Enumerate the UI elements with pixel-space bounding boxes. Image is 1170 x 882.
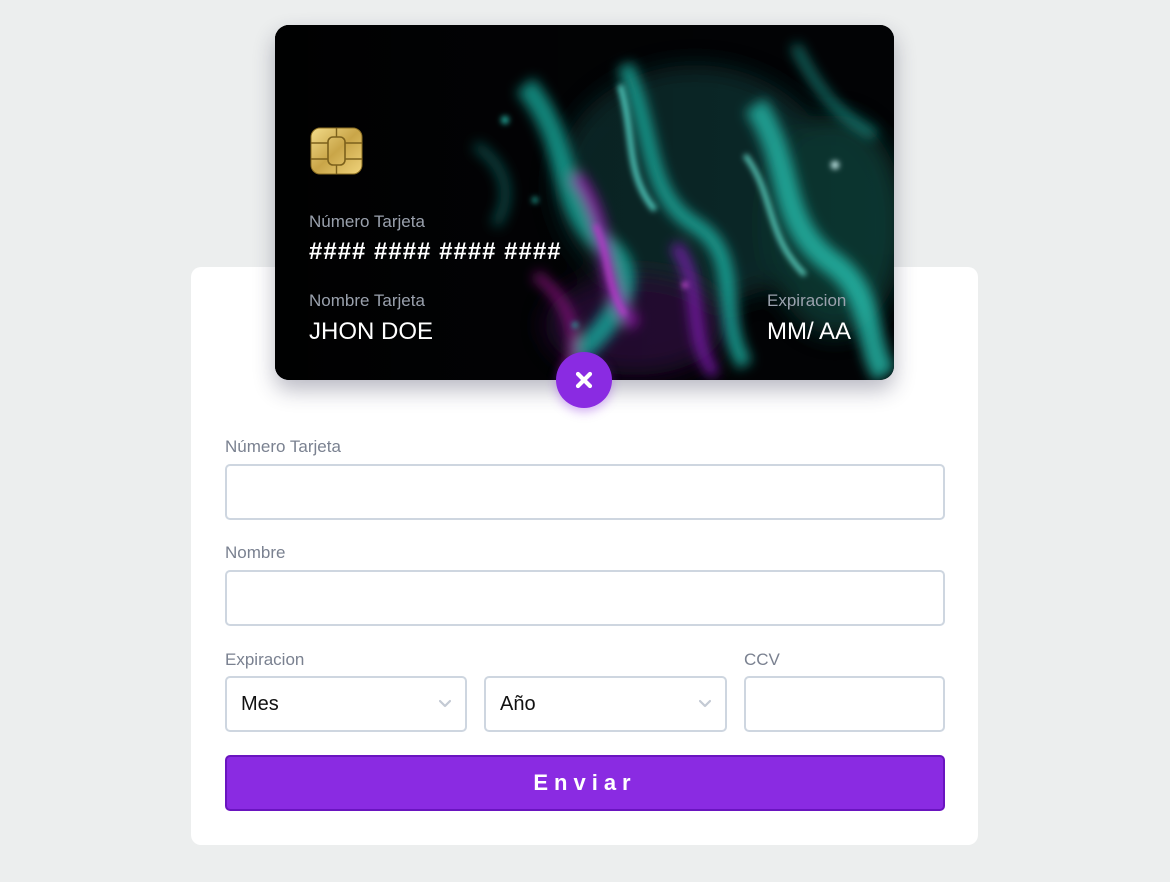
ccv-input[interactable] bbox=[744, 676, 945, 732]
chevron-down-icon bbox=[439, 699, 451, 708]
month-select-value: Mes bbox=[241, 692, 279, 715]
card-holder-label: Nombre Tarjeta bbox=[309, 291, 425, 310]
chevron-down-icon bbox=[699, 699, 711, 708]
month-select[interactable]: Mes bbox=[225, 676, 467, 732]
year-select-value: Año bbox=[500, 692, 536, 715]
name-input[interactable] bbox=[225, 570, 945, 626]
credit-card-preview[interactable]: Número Tarjeta #### #### #### #### Nombr… bbox=[275, 25, 894, 380]
expiry-field-label: Expiracion bbox=[225, 650, 305, 669]
close-icon bbox=[575, 371, 593, 389]
card-number-label: Número Tarjeta bbox=[309, 212, 425, 231]
card-expiry-label: Expiracion bbox=[767, 291, 847, 310]
card-holder-value: JHON DOE bbox=[309, 318, 434, 345]
toggle-card-button[interactable] bbox=[556, 352, 612, 408]
name-field-label: Nombre bbox=[225, 543, 286, 562]
chip-icon bbox=[310, 127, 363, 175]
card-expiry-value: MM/ AA bbox=[767, 318, 852, 345]
submit-button-label: Enviar bbox=[533, 770, 637, 795]
card-number-value: #### #### #### #### bbox=[309, 238, 562, 265]
submit-button[interactable]: Enviar bbox=[225, 755, 945, 811]
card-number-input[interactable] bbox=[225, 464, 945, 520]
ccv-field-label: CCV bbox=[744, 650, 780, 669]
card-number-field-label: Número Tarjeta bbox=[225, 437, 341, 456]
year-select[interactable]: Año bbox=[484, 676, 727, 732]
